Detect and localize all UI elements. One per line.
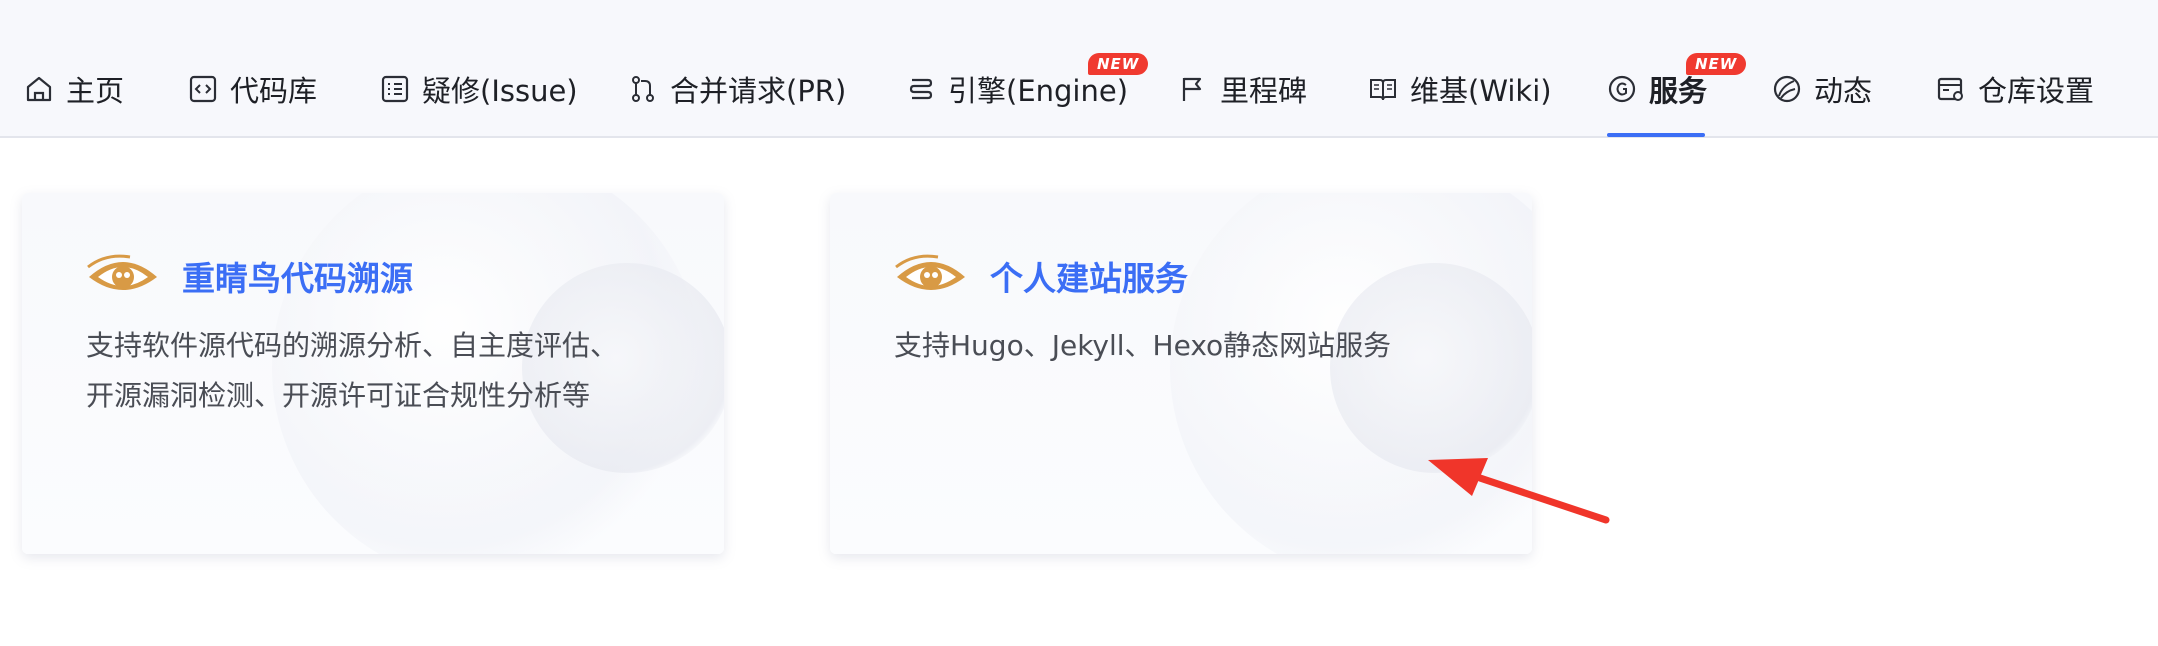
eye-bird-logo [894,251,968,301]
card-description-line: 开源漏洞检测、开源许可证合规性分析等 [86,379,591,412]
top-nav-bar: 主页 代码库 疑修(Issue) 合并请求(PR) 引擎(Engine) NEW… [0,0,2158,138]
tab-label: 动态 [1814,74,1873,108]
tab-label: 主页 [66,74,125,108]
tab-label: 里程碑 [1220,74,1308,108]
new-badge: NEW [1686,53,1747,75]
tab-milestone[interactable]: 里程碑 [1178,64,1307,114]
merge-request-icon [628,74,658,104]
card-title[interactable]: 个人建站服务 [990,252,1188,300]
milestone-flag-icon [1178,74,1208,104]
tab-issue[interactable]: 疑修(Issue) [380,64,578,114]
card-description: 支持软件源代码的溯源分析、自主度评估、 开源漏洞检测、开源许可证合规性分析等 [86,321,686,421]
tab-label: 疑修(Issue) [422,74,578,108]
activity-icon [1772,74,1802,104]
settings-icon [1936,74,1966,104]
annotation-arrow [1420,448,1620,538]
tab-wiki[interactable]: 维基(Wiki) [1368,64,1552,114]
tab-label: 合并请求(PR) [670,74,847,108]
tab-label: 仓库设置 [1978,74,2095,108]
tab-bar: 主页 代码库 疑修(Issue) 合并请求(PR) 引擎(Engine) NEW… [0,0,2158,138]
issue-list-icon [380,74,410,104]
eye-bird-logo [86,251,160,301]
card-description-line: 支持软件源代码的溯源分析、自主度评估、 [86,329,619,362]
tab-home[interactable]: 主页 [24,64,124,114]
tab-code[interactable]: 代码库 [188,64,317,114]
card-header: 重睛鸟代码溯源 [86,251,413,301]
wiki-book-icon [1368,74,1398,104]
service-card-code-trace[interactable]: 重睛鸟代码溯源 支持软件源代码的溯源分析、自主度评估、 开源漏洞检测、开源许可证… [22,193,724,554]
tab-pull-request[interactable]: 合并请求(PR) [628,64,846,114]
service-icon [1607,74,1637,104]
active-tab-indicator [1607,133,1705,137]
tab-label: 代码库 [230,74,318,108]
card-description-line: 支持Hugo、Jekyll、Hexo静态网站服务 [894,329,1392,362]
tab-activity[interactable]: 动态 [1772,64,1872,114]
tab-repo-settings[interactable]: 仓库设置 [1936,64,2094,114]
tab-label: 维基(Wiki) [1410,74,1552,108]
home-icon [24,74,54,104]
card-description: 支持Hugo、Jekyll、Hexo静态网站服务 [894,321,1494,371]
engine-icon [906,74,936,104]
code-icon [188,74,218,104]
new-badge: NEW [1088,53,1149,75]
card-header: 个人建站服务 [894,251,1188,301]
card-title[interactable]: 重睛鸟代码溯源 [182,252,413,300]
